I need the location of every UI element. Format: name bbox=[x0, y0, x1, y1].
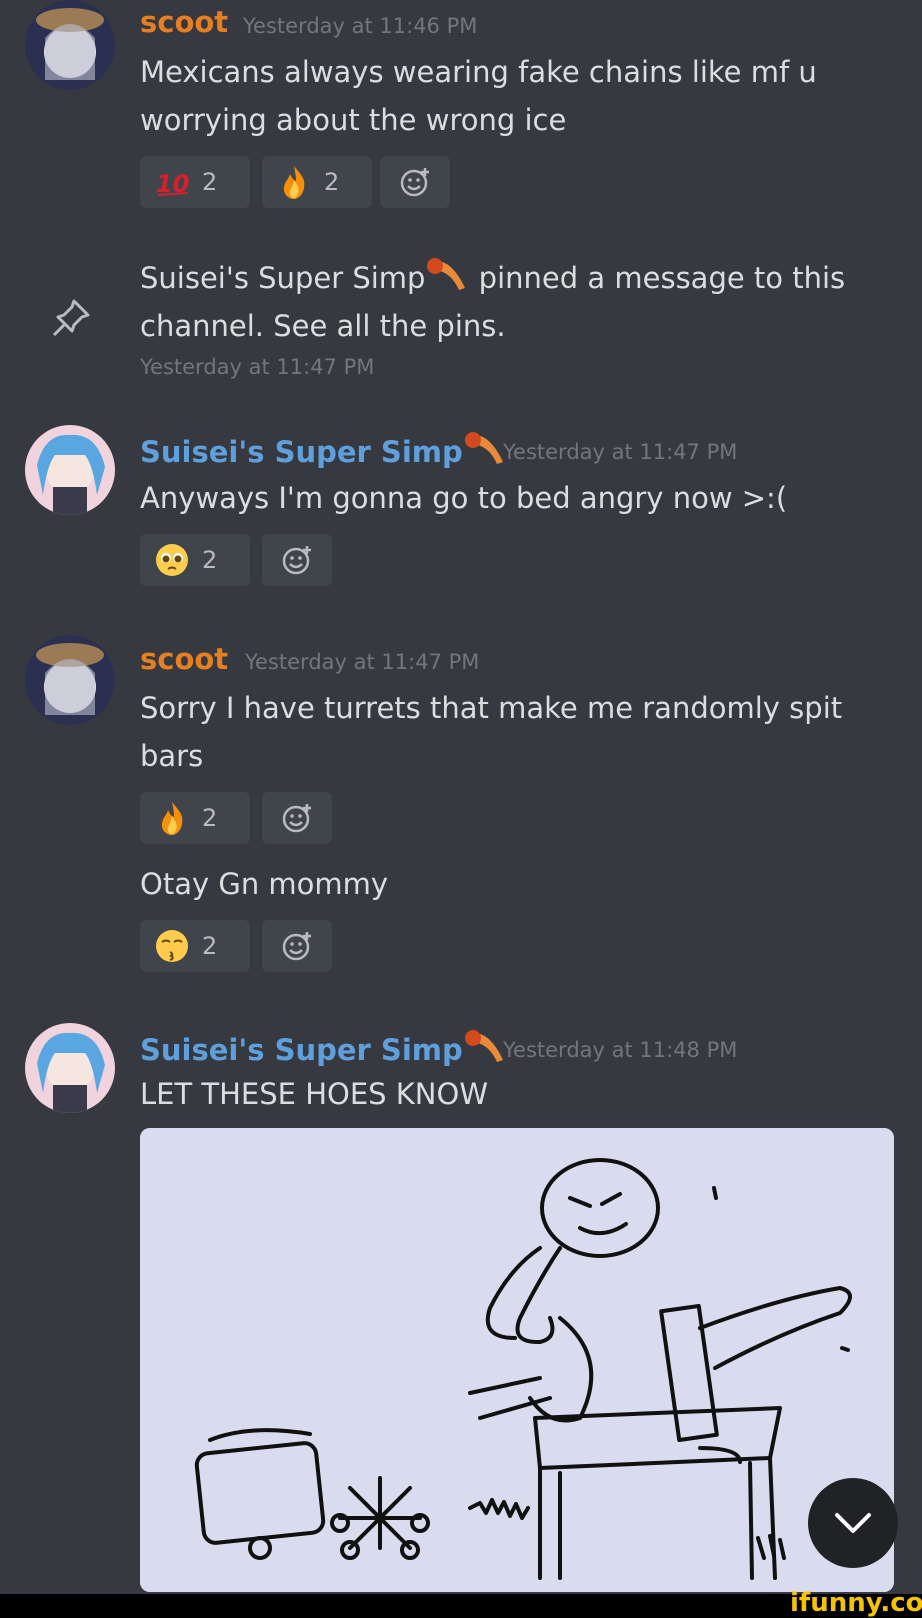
timestamp: Yesterday at 11:47 PM bbox=[245, 650, 480, 674]
avatar[interactable] bbox=[25, 425, 115, 515]
reaction-count: 2 bbox=[324, 168, 340, 196]
fried-shrimp-icon bbox=[464, 1030, 503, 1062]
add-reaction-icon bbox=[282, 932, 311, 961]
reaction-kissing[interactable]: 2 bbox=[140, 920, 250, 972]
author-name[interactable]: Suisei's Super Simp bbox=[140, 430, 507, 469]
add-reaction-icon bbox=[400, 168, 429, 197]
add-reaction-button[interactable] bbox=[380, 156, 450, 208]
pleading-face-icon bbox=[156, 544, 188, 576]
timestamp: Yesterday at 11:48 PM bbox=[503, 1038, 738, 1062]
avatar[interactable] bbox=[25, 635, 115, 725]
add-reaction-button[interactable] bbox=[262, 792, 332, 844]
reaction-pleading[interactable]: 2 bbox=[140, 534, 250, 586]
fire-icon bbox=[283, 166, 305, 199]
pinned-author[interactable]: Suisei's Super Simp bbox=[140, 261, 425, 295]
reaction-count: 2 bbox=[202, 804, 218, 832]
reaction-hundred[interactable]: 100 2 bbox=[140, 156, 250, 208]
hundred-points-icon: 100 bbox=[156, 170, 190, 198]
reaction-fire[interactable]: 2 bbox=[140, 792, 250, 844]
kissing-face-icon bbox=[156, 930, 188, 962]
timestamp: Yesterday at 11:46 PM bbox=[243, 14, 478, 38]
message-text: Anyways I'm gonna go to bed angry now >:… bbox=[140, 481, 788, 515]
fried-shrimp-icon bbox=[464, 432, 503, 464]
pinned-message-text: Suisei's Super Simp pinned a message to … bbox=[140, 254, 900, 350]
author-name[interactable]: scoot bbox=[140, 5, 228, 39]
chevron-down-icon bbox=[835, 1513, 871, 1533]
message-text: LET THESE HOES KNOW bbox=[140, 1077, 488, 1111]
author-name[interactable]: Suisei's Super Simp bbox=[140, 1028, 507, 1067]
fried-shrimp-icon bbox=[427, 258, 466, 290]
reaction-count: 2 bbox=[202, 546, 218, 574]
add-reaction-button[interactable] bbox=[262, 534, 332, 586]
timestamp: Yesterday at 11:47 PM bbox=[140, 355, 375, 379]
watermark-bar bbox=[0, 1594, 922, 1618]
reaction-fire[interactable]: 2 bbox=[262, 156, 372, 208]
add-reaction-icon bbox=[282, 804, 311, 833]
message-text: Sorry I have turrets that make me random… bbox=[140, 691, 843, 773]
pinned-see-all-link[interactable]: channel. See all the pins. bbox=[140, 302, 900, 350]
watermark-text: ifunny.co bbox=[790, 1588, 922, 1618]
avatar[interactable] bbox=[25, 0, 115, 90]
fire-icon bbox=[161, 802, 183, 835]
message-text: Mexicans always wearing fake chains like… bbox=[140, 55, 817, 137]
timestamp: Yesterday at 11:47 PM bbox=[503, 440, 738, 464]
add-reaction-button[interactable] bbox=[262, 920, 332, 972]
author-name[interactable]: scoot bbox=[140, 642, 228, 676]
message-text: Otay Gn mommy bbox=[140, 867, 389, 901]
scroll-to-bottom-button[interactable] bbox=[808, 1478, 898, 1568]
avatar[interactable] bbox=[25, 1023, 115, 1113]
add-reaction-icon bbox=[282, 546, 311, 575]
reaction-count: 2 bbox=[202, 168, 218, 196]
sketch-drawing-image bbox=[140, 1128, 894, 1592]
reaction-count: 2 bbox=[202, 932, 218, 960]
image-attachment[interactable] bbox=[140, 1128, 894, 1592]
pin-icon bbox=[52, 299, 90, 337]
